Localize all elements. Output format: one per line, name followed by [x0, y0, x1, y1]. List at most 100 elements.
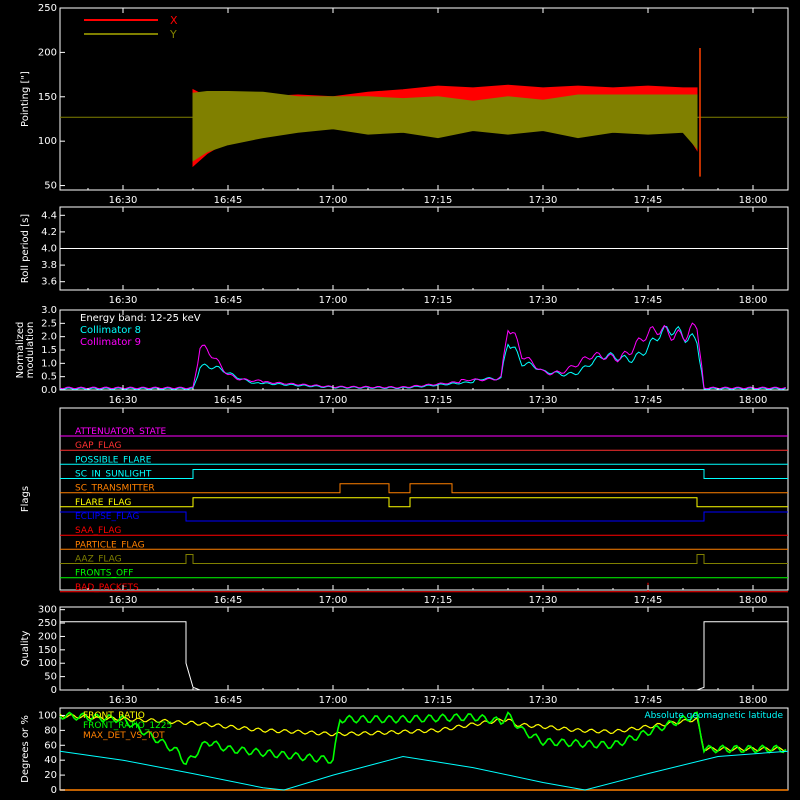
flags-x-tick-label: 17:45 — [634, 595, 663, 606]
flags-x-tick-label: 17:30 — [529, 595, 558, 606]
quality-y-axis-label: Quality — [20, 631, 31, 667]
pointing-x-tick-label: 17:30 — [529, 195, 558, 206]
modulation-x-tick-label: 16:45 — [214, 395, 243, 406]
flags-x-tick-label: 18:00 — [739, 595, 768, 606]
quality-y-tick-label: 250 — [38, 618, 57, 629]
roll-x-tick-label: 17:00 — [319, 295, 348, 306]
roll-x-tick-label: 18:00 — [739, 295, 768, 306]
flags-frame — [59, 407, 789, 591]
flag-label-particle-flag: PARTICLE_FLAG — [75, 540, 145, 550]
roll-panel: 16:30 16:45 17:00 17:15 17:30 17:45 18:00 3.6 3.… — [20, 206, 789, 306]
ratios-legend-max-det-vs-tot: MAX_DET_VS_TOT — [83, 731, 165, 741]
pointing-y-axis-label: Pointing ["] — [20, 71, 31, 127]
roll-y-tick-label: 3.8 — [41, 260, 57, 271]
flags-x-tick-label: 17:00 — [319, 595, 348, 606]
quality-x-tick-label: 17:30 — [529, 695, 558, 706]
roll-y-tick-label: 4.4 — [41, 210, 57, 221]
pointing-legend-label-y: Y — [169, 28, 177, 41]
modulation-panel: 16:30 16:45 17:00 17:15 17:30 17:45 18:00 0.0 0.… — [15, 305, 789, 406]
flag-line-aaz-flag — [60, 554, 788, 564]
roll-x-tick-label: 17:45 — [634, 295, 663, 306]
flag-label-possible-flare: POSSIBLE_FLARE — [75, 455, 152, 465]
modulation-x-tick-label: 16:30 — [109, 395, 138, 406]
pointing-x-tick-label: 17:00 — [319, 195, 348, 206]
flag-label-fronts-off: FRONTS_OFF — [75, 569, 133, 579]
ratios-y-tick-label: 40 — [44, 755, 57, 766]
quality-x-tick-label: 16:45 — [214, 695, 243, 706]
ratios-y-tick-label: 0 — [51, 785, 57, 796]
pointing-y-tick-label: 150 — [38, 92, 57, 103]
ratios-y-axis-label: Degrees or % — [20, 715, 31, 783]
roll-y-tick-label: 4.0 — [41, 244, 57, 255]
flags-x-tick-label: 16:30 — [109, 595, 138, 606]
ratios-legend-geomagnetic-latitude: Absolute geomagnetic latitude — [644, 711, 783, 721]
modulation-y-tick-label: 2.0 — [41, 332, 57, 343]
quality-y-tick-label: 300 — [38, 605, 57, 616]
modulation-x-tick-label: 18:00 — [739, 395, 768, 406]
modulation-y-tick-label: 1.0 — [41, 358, 57, 369]
flag-line-flare-flag — [60, 497, 788, 508]
flags-x-tick-label: 16:45 — [214, 595, 243, 606]
flag-label-saa-flag: SAA_FLAG — [75, 526, 121, 536]
flags-panel: ATTENUATOR_STATE GAP_FLAG POSSIBLE_FLARE SC… — [20, 407, 789, 606]
flag-label-attenuator-state: ATTENUATOR_STATE — [75, 427, 167, 437]
modulation-series-collimator-8 — [59, 325, 786, 391]
roll-x-tick-label: 16:45 — [214, 295, 243, 306]
quality-panel: 16:30 16:45 17:00 17:15 17:30 17:45 18:00 0 50 10… — [20, 605, 789, 706]
pointing-x-tick-label: 16:45 — [214, 195, 243, 206]
modulation-y-tick-label: 0.0 — [41, 385, 57, 396]
ratios-y-tick-label: 100 — [38, 710, 57, 721]
quality-y-tick-label: 50 — [44, 672, 57, 683]
flag-label-sc-transmitter: SC_TRANSMITTER — [75, 484, 155, 494]
flag-label-aaz-flag: AAZ_FLAG — [75, 555, 122, 565]
modulation-y-axis-label: modulation — [25, 322, 36, 379]
rhessi-quicklook-figure: 16:30 16:45 17:00 17:15 17:30 17:45 18:00 50 100… — [15, 3, 789, 796]
pointing-y-tick-label: 50 — [44, 181, 57, 192]
pointing-x-tick-label: 17:15 — [424, 195, 453, 206]
pointing-legend-label-x: X — [170, 14, 178, 27]
quality-x-tick-label: 16:30 — [109, 695, 138, 706]
flag-line-eclipse-flag — [60, 511, 788, 522]
flag-label-bad-packets: BAD_PACKETS — [75, 583, 139, 593]
modulation-x-tick-label: 17:15 — [424, 395, 453, 406]
ratios-legend-front-ratio-1225: FRONT_RATIO_1225 — [83, 721, 172, 731]
modulation-y-tick-label: 1.5 — [41, 345, 57, 356]
flag-label-eclipse-flag: ECLIPSE_FLAG — [75, 512, 139, 522]
pointing-panel: 16:30 16:45 17:00 17:15 17:30 17:45 18:00 50 100… — [20, 3, 789, 206]
flag-label-sc-in-sunlight: SC_IN_SUNLIGHT — [75, 470, 152, 480]
quality-y-tick-label: 100 — [38, 658, 57, 669]
pointing-y-tick-label: 200 — [38, 47, 57, 58]
roll-y-tick-label: 3.6 — [41, 277, 57, 288]
roll-x-tick-label: 17:30 — [529, 295, 558, 306]
quality-x-tick-label: 18:00 — [739, 695, 768, 706]
flag-label-flare-flag: FLARE_FLAG — [75, 498, 131, 508]
pointing-x-tick-label: 17:45 — [634, 195, 663, 206]
pointing-y-tick-label: 100 — [38, 136, 57, 147]
quality-x-tick-label: 17:00 — [319, 695, 348, 706]
modulation-legend-label-collimator-8: Collimator 8 — [80, 325, 141, 336]
ratios-panel: 0 20 40 60 80 100 Degrees or % FRONT_RATIOFRONT… — [20, 707, 789, 796]
modulation-y-tick-label: 3.0 — [41, 305, 57, 316]
flags-x-tick-label: 17:15 — [424, 595, 453, 606]
roll-y-tick-label: 4.2 — [41, 227, 57, 238]
ratios-legend-front-ratio: FRONT_RATIO — [83, 711, 145, 721]
flag-line-sc-in-sunlight — [60, 469, 788, 479]
roll-x-tick-label: 17:15 — [424, 295, 453, 306]
ratios-y-tick-label: 20 — [44, 770, 57, 781]
modulation-legend-label-collimator-9: Collimator 9 — [80, 337, 141, 348]
quality-y-tick-label: 150 — [38, 645, 57, 656]
modulation-y-tick-label: 0.5 — [41, 372, 57, 383]
flag-label-gap-flag: GAP_FLAG — [75, 441, 121, 451]
roll-x-tick-label: 16:30 — [109, 295, 138, 306]
modulation-x-tick-label: 17:45 — [634, 395, 663, 406]
flag-line-sc-transmitter — [60, 483, 788, 494]
pointing-y-tick-label: 250 — [38, 3, 57, 14]
pointing-x-tick-label: 16:30 — [109, 195, 138, 206]
pointing-band-y — [192, 91, 698, 162]
quality-x-tick-label: 17:45 — [634, 695, 663, 706]
roll-y-axis-label: Roll period [s] — [20, 214, 31, 283]
modulation-y-tick-label: 2.5 — [41, 318, 57, 329]
quality-y-tick-label: 0 — [51, 685, 57, 696]
modulation-x-tick-label: 17:30 — [529, 395, 558, 406]
modulation-legend-title: Energy band: 12-25 keV — [80, 313, 201, 324]
